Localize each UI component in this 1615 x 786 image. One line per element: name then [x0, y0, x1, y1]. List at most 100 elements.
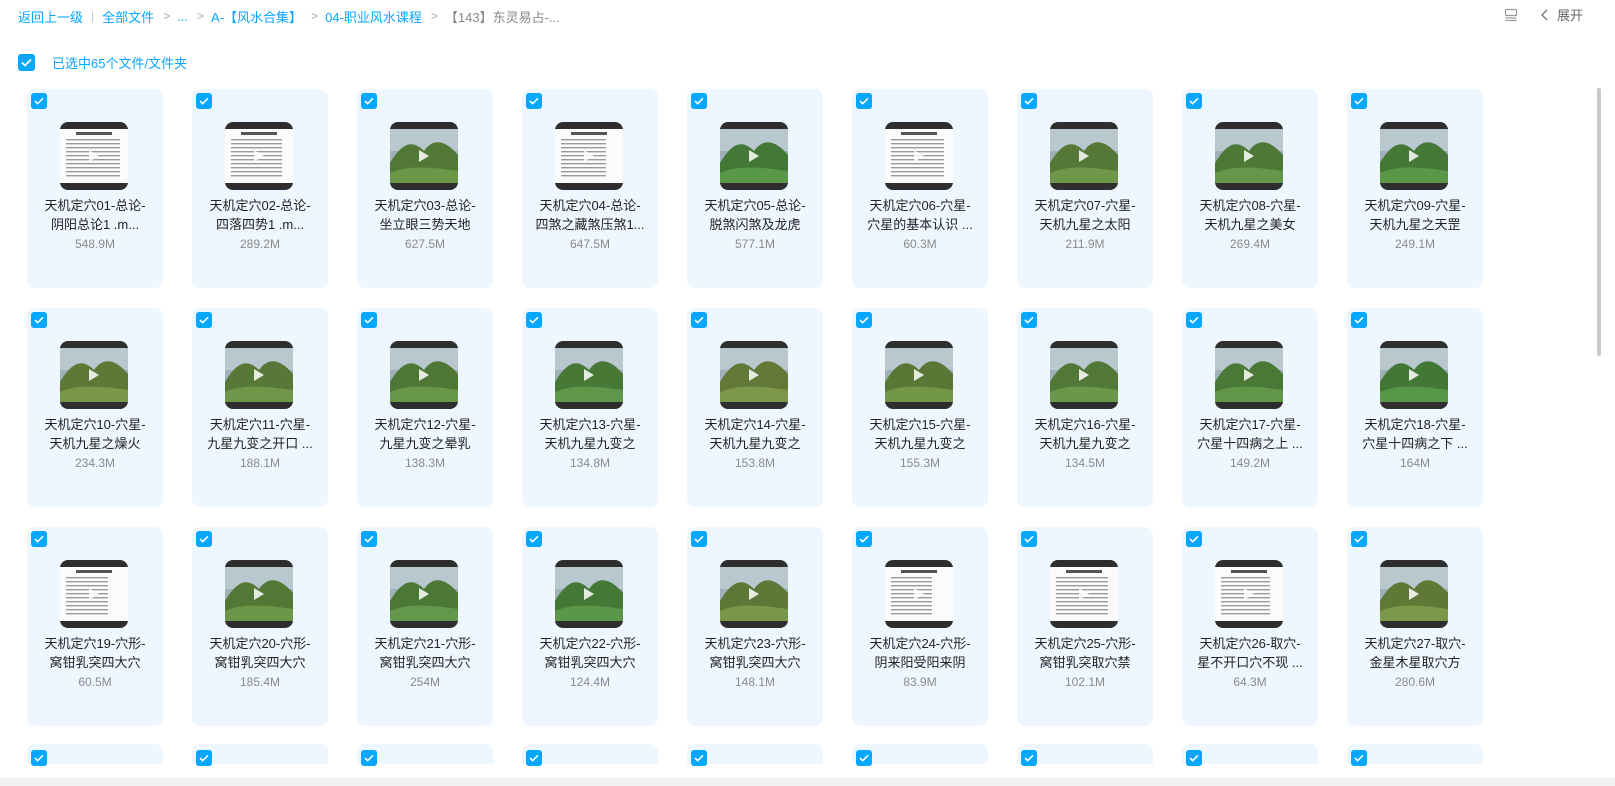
- video-thumbnail[interactable]: [390, 122, 458, 190]
- file-checkbox[interactable]: [691, 312, 707, 328]
- file-name[interactable]: 天机定穴22-穴形- 窝钳乳突四大穴: [530, 634, 650, 672]
- back-link[interactable]: 返回上一级: [18, 7, 83, 26]
- file-checkbox[interactable]: [1351, 750, 1367, 766]
- file-name[interactable]: 天机定穴15-穴星- 天机九星九变之: [860, 415, 980, 453]
- file-tile[interactable]: 天机定穴19-穴形- 窝钳乳突四大穴 60.5M: [27, 527, 163, 726]
- video-thumbnail[interactable]: [1050, 560, 1118, 628]
- file-checkbox[interactable]: [361, 93, 377, 109]
- file-tile[interactable]: 天机定穴14-穴星- 天机九星九变之 153.8M: [687, 308, 823, 507]
- file-tile[interactable]: 天机定穴18-穴星- 穴星十四病之下 ... 164M: [1347, 308, 1483, 507]
- file-checkbox[interactable]: [361, 750, 377, 766]
- file-tile[interactable]: 天机定穴13-穴星- 天机九星九变之 134.8M: [522, 308, 658, 507]
- file-tile[interactable]: 天机定穴16-穴星- 天机九星九变之 134.5M: [1017, 308, 1153, 507]
- file-tile[interactable]: 天机定穴26-取穴- 星不开口穴不现 ... 64.3M: [1182, 527, 1318, 726]
- file-tile[interactable]: 天机定穴07-穴星- 天机九星之太阳 211.9M: [1017, 89, 1153, 288]
- file-name[interactable]: 天机定穴10-穴星- 天机九星之燥火: [35, 415, 155, 453]
- file-checkbox[interactable]: [1351, 312, 1367, 328]
- video-thumbnail[interactable]: [555, 122, 623, 190]
- video-thumbnail[interactable]: [1215, 341, 1283, 409]
- file-tile[interactable]: 天机定穴27-取穴- 金星木星取穴方 280.6M: [1347, 527, 1483, 726]
- file-name[interactable]: 天机定穴03-总论- 坐立眼三势天地: [365, 196, 485, 234]
- file-tile[interactable]: 天机定穴25-穴形- 窝钳乳突取穴禁 102.1M: [1017, 527, 1153, 726]
- file-tile-partial[interactable]: [1347, 744, 1483, 766]
- file-name[interactable]: 天机定穴08-穴星- 天机九星之美女: [1190, 196, 1310, 234]
- file-name[interactable]: 天机定穴14-穴星- 天机九星九变之: [695, 415, 815, 453]
- file-checkbox[interactable]: [856, 93, 872, 109]
- file-name[interactable]: 天机定穴21-穴形- 窝钳乳突四大穴: [365, 634, 485, 672]
- file-checkbox[interactable]: [196, 531, 212, 547]
- file-name[interactable]: 天机定穴05-总论- 脱煞闪煞及龙虎: [695, 196, 815, 234]
- file-tile[interactable]: 天机定穴12-穴星- 九星九变之晕乳 138.3M: [357, 308, 493, 507]
- file-checkbox[interactable]: [1186, 312, 1202, 328]
- scrollbar-thumb[interactable]: [1597, 88, 1601, 356]
- video-thumbnail[interactable]: [1380, 122, 1448, 190]
- file-checkbox[interactable]: [196, 750, 212, 766]
- video-thumbnail[interactable]: [555, 341, 623, 409]
- file-name[interactable]: 天机定穴16-穴星- 天机九星九变之: [1025, 415, 1145, 453]
- file-checkbox[interactable]: [1186, 750, 1202, 766]
- video-thumbnail[interactable]: [60, 341, 128, 409]
- file-tile-partial[interactable]: [1182, 744, 1318, 766]
- file-checkbox[interactable]: [1021, 750, 1037, 766]
- file-name[interactable]: 天机定穴18-穴星- 穴星十四病之下 ...: [1355, 415, 1475, 453]
- video-thumbnail[interactable]: [720, 122, 788, 190]
- video-thumbnail[interactable]: [390, 341, 458, 409]
- file-name[interactable]: 天机定穴26-取穴- 星不开口穴不现 ...: [1190, 634, 1310, 672]
- video-thumbnail[interactable]: [720, 560, 788, 628]
- file-name[interactable]: 天机定穴02-总论- 四落四势1 .m...: [200, 196, 320, 234]
- file-tile-partial[interactable]: [522, 744, 658, 766]
- file-checkbox[interactable]: [691, 531, 707, 547]
- file-tile-partial[interactable]: [687, 744, 823, 766]
- breadcrumb-ellipsis[interactable]: ...: [177, 9, 188, 24]
- video-thumbnail[interactable]: [225, 122, 293, 190]
- file-name[interactable]: 天机定穴27-取穴- 金星木星取穴方: [1355, 634, 1475, 672]
- video-thumbnail[interactable]: [1215, 122, 1283, 190]
- breadcrumb-root[interactable]: 全部文件: [102, 7, 154, 26]
- file-tile[interactable]: 天机定穴23-穴形- 窝钳乳突四大穴 148.1M: [687, 527, 823, 726]
- video-thumbnail[interactable]: [1050, 341, 1118, 409]
- file-checkbox[interactable]: [196, 312, 212, 328]
- video-thumbnail[interactable]: [390, 560, 458, 628]
- file-tile[interactable]: 天机定穴22-穴形- 窝钳乳突四大穴 124.4M: [522, 527, 658, 726]
- breadcrumb-level1[interactable]: A-【风水合集】: [211, 7, 302, 26]
- file-name[interactable]: 天机定穴25-穴形- 窝钳乳突取穴禁: [1025, 634, 1145, 672]
- file-name[interactable]: 天机定穴09-穴星- 天机九星之天罡: [1355, 196, 1475, 234]
- list-view-icon[interactable]: [1504, 8, 1518, 22]
- video-thumbnail[interactable]: [720, 341, 788, 409]
- video-thumbnail[interactable]: [1380, 560, 1448, 628]
- file-tile[interactable]: 天机定穴21-穴形- 窝钳乳突四大穴 254M: [357, 527, 493, 726]
- file-checkbox[interactable]: [31, 93, 47, 109]
- expand-button[interactable]: 展开: [1540, 5, 1583, 24]
- video-thumbnail[interactable]: [555, 560, 623, 628]
- video-thumbnail[interactable]: [60, 122, 128, 190]
- breadcrumb-level2[interactable]: 04-职业风水课程: [325, 7, 422, 26]
- video-thumbnail[interactable]: [1215, 560, 1283, 628]
- file-name[interactable]: 天机定穴24-穴形- 阴来阳受阳来阴: [860, 634, 980, 672]
- file-name[interactable]: 天机定穴17-穴星- 穴星十四病之上 ...: [1190, 415, 1310, 453]
- file-checkbox[interactable]: [691, 93, 707, 109]
- file-name[interactable]: 天机定穴11-穴星- 九星九变之开口 ...: [200, 415, 320, 453]
- file-checkbox[interactable]: [691, 750, 707, 766]
- file-checkbox[interactable]: [196, 93, 212, 109]
- video-thumbnail[interactable]: [60, 560, 128, 628]
- file-name[interactable]: 天机定穴13-穴星- 天机九星九变之: [530, 415, 650, 453]
- file-tile[interactable]: 天机定穴02-总论- 四落四势1 .m... 289.2M: [192, 89, 328, 288]
- file-checkbox[interactable]: [1021, 531, 1037, 547]
- file-checkbox[interactable]: [31, 531, 47, 547]
- file-tile[interactable]: 天机定穴17-穴星- 穴星十四病之上 ... 149.2M: [1182, 308, 1318, 507]
- file-checkbox[interactable]: [1021, 93, 1037, 109]
- file-tile[interactable]: 天机定穴04-总论- 四煞之藏煞压煞1... 647.5M: [522, 89, 658, 288]
- video-thumbnail[interactable]: [225, 341, 293, 409]
- file-name[interactable]: 天机定穴19-穴形- 窝钳乳突四大穴: [35, 634, 155, 672]
- file-tile[interactable]: 天机定穴03-总论- 坐立眼三势天地 627.5M: [357, 89, 493, 288]
- file-checkbox[interactable]: [856, 750, 872, 766]
- file-tile[interactable]: 天机定穴10-穴星- 天机九星之燥火 234.3M: [27, 308, 163, 507]
- video-thumbnail[interactable]: [1050, 122, 1118, 190]
- video-thumbnail[interactable]: [885, 122, 953, 190]
- file-checkbox[interactable]: [526, 750, 542, 766]
- file-name[interactable]: 天机定穴04-总论- 四煞之藏煞压煞1...: [530, 196, 650, 234]
- file-name[interactable]: 天机定穴20-穴形- 窝钳乳突四大穴: [200, 634, 320, 672]
- video-thumbnail[interactable]: [225, 560, 293, 628]
- file-tile[interactable]: 天机定穴09-穴星- 天机九星之天罡 249.1M: [1347, 89, 1483, 288]
- file-checkbox[interactable]: [1351, 531, 1367, 547]
